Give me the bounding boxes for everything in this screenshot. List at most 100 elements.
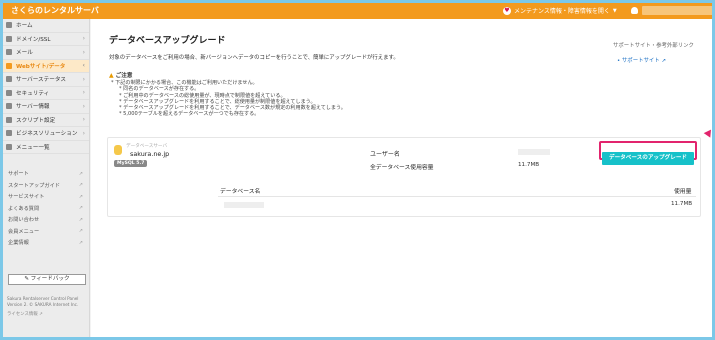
sidebar-item-home[interactable]: ホーム bbox=[3, 19, 89, 33]
sidebar-link-label: スタートアップガイド bbox=[8, 182, 60, 189]
main-content: データベースアップグレード 対象のデータベースをご利用の場合、新バージョンへデー… bbox=[91, 19, 712, 337]
external-link-icon: ↗ bbox=[661, 58, 666, 64]
sidebar-item-label: セキュリティ bbox=[16, 90, 50, 97]
home-icon bbox=[6, 22, 12, 29]
total-usage-label: 全データベース使用容量 bbox=[370, 165, 434, 171]
table-divider bbox=[218, 196, 696, 197]
mail-icon bbox=[6, 49, 12, 56]
license-link-label: ライセンス情報 bbox=[7, 312, 38, 317]
support-site-link[interactable]: • サポートサイト ↗ bbox=[617, 56, 666, 64]
database-icon bbox=[114, 145, 122, 155]
user-menu[interactable] bbox=[631, 6, 712, 15]
sidebar-item-business[interactable]: ビジネスソリューション › bbox=[3, 127, 89, 141]
chevron-icon: › bbox=[82, 75, 85, 83]
external-link-icon: ↗ bbox=[78, 193, 83, 200]
server-label: データベースサーバ bbox=[126, 144, 168, 149]
upgrade-highlight: データベースのアップグレード bbox=[599, 141, 697, 165]
external-link-icon: ↗ bbox=[78, 216, 83, 223]
sidebar-link[interactable]: お問い合わせ ↗ bbox=[3, 214, 89, 226]
license-link[interactable]: ライセンス情報 ↗ bbox=[7, 311, 43, 317]
sidebar-link[interactable]: サービスサイト ↗ bbox=[3, 191, 89, 203]
maintenance-label: メンテナンス情報・障害情報を開く bbox=[514, 8, 610, 15]
sidebar-link[interactable]: スタートアップガイド ↗ bbox=[3, 180, 89, 192]
account-name-masked bbox=[642, 6, 712, 15]
sidebar-link-label: お問い合わせ bbox=[8, 217, 40, 224]
external-link-icon: ↗ bbox=[78, 182, 83, 189]
footer-copyright: Sakura Rentalserver Control Panel Versio… bbox=[7, 296, 78, 308]
external-link-icon: ↗ bbox=[78, 170, 83, 177]
sidebar-link-label: サポート bbox=[8, 171, 29, 178]
lock-icon bbox=[6, 89, 12, 96]
web-icon bbox=[6, 62, 12, 69]
sidebar-link-label: 会員メニュー bbox=[8, 228, 40, 235]
sidebar: ホーム ドメイン/SSL › メール › Webサイト/データ ‹ サーバーステータス › セキュ… bbox=[3, 19, 90, 337]
sidebar-item-label: サーバーステータス bbox=[16, 77, 67, 84]
sidebar-links: サポート ↗ スタートアップガイド ↗ サービスサイト ↗ よくある質問 ↗ お問い合わせ ↗ 会員… bbox=[3, 168, 89, 249]
business-icon bbox=[6, 130, 12, 137]
script-icon bbox=[6, 116, 12, 123]
sidebar-item-info[interactable]: サーバー情報 › bbox=[3, 100, 89, 114]
server-name: sakura.ne.jp bbox=[130, 150, 170, 158]
chevron-icon: › bbox=[82, 48, 85, 56]
chevron-icon: › bbox=[82, 89, 85, 97]
sidebar-item-label: スクリプト設定 bbox=[16, 117, 56, 124]
upgrade-database-button[interactable]: データベースのアップグレード bbox=[602, 152, 694, 165]
sidebar-item-menu[interactable]: メニュー一覧 bbox=[3, 141, 89, 154]
sidebar-item-label: サーバー情報 bbox=[16, 104, 50, 111]
notice-list: 下記の制限にかかる場合、この機能はご利用いただけません。同名のデータベースが存在… bbox=[111, 80, 346, 118]
app-window: さくらのレンタルサーバ ♥ メンテナンス情報・障害情報を開く ▼ ホームドメイン… bbox=[3, 3, 712, 337]
sidebar-item-lock[interactable]: セキュリティ › bbox=[3, 87, 89, 100]
external-link-icon: ↗ bbox=[78, 239, 83, 246]
sidebar-link-label: 企業情報 bbox=[8, 240, 29, 247]
sidebar-item-web[interactable]: Webサイト/データ ‹ bbox=[3, 59, 89, 73]
sidebar-item-label: ドメイン/SSL bbox=[16, 36, 51, 43]
table-row-usage: 11.7MB bbox=[671, 201, 693, 207]
mysql-version-badge: MySQL 5.7 bbox=[114, 160, 148, 167]
database-card: データベースサーバ sakura.ne.jp MySQL 5.7 ユーザー名 全… bbox=[107, 127, 712, 217]
heart-icon: ♥ bbox=[503, 6, 511, 15]
sidebar-item-script[interactable]: スクリプト設定 › bbox=[3, 114, 89, 127]
sidebar-link[interactable]: 会員メニュー ↗ bbox=[3, 226, 89, 238]
footer-line: Version 2. © SAKURA Internet Inc. bbox=[7, 302, 79, 307]
globe-icon bbox=[6, 35, 12, 42]
sidebar-link[interactable]: よくある質問 ↗ bbox=[3, 203, 89, 215]
username-value-masked bbox=[518, 149, 550, 155]
sidebar-link[interactable]: サポート ↗ bbox=[3, 168, 89, 180]
sidebar-link[interactable]: 企業情報 ↗ bbox=[3, 237, 89, 249]
sidebar-item-status[interactable]: サーバーステータス › bbox=[3, 73, 89, 87]
sidebar-item-mail[interactable]: メール › bbox=[3, 46, 89, 60]
table-row-dbname-masked bbox=[224, 202, 264, 208]
chevron-icon: › bbox=[82, 129, 85, 137]
notice-title: ご注意 bbox=[115, 73, 133, 79]
page-description: 対象のデータベースをご利用の場合、新バージョンへデータのコピーを行うことで、簡単… bbox=[109, 55, 399, 61]
column-header-dbname: データベース名 bbox=[220, 189, 261, 195]
notice-heading: ▲ ご注意 bbox=[109, 71, 133, 80]
username-label: ユーザー名 bbox=[370, 151, 400, 158]
sidebar-item-label: メニュー一覧 bbox=[16, 144, 50, 151]
chevron-down-icon: ▼ bbox=[612, 7, 617, 14]
link-bullet-icon: • bbox=[617, 58, 621, 64]
support-site-label: サポートサイト bbox=[621, 58, 660, 64]
top-bar: さくらのレンタルサーバ ♥ メンテナンス情報・障害情報を開く ▼ bbox=[3, 3, 712, 19]
related-links-title: サポートサイト・参考外部リンク bbox=[613, 43, 694, 49]
maintenance-link[interactable]: ♥ メンテナンス情報・障害情報を開く ▼ bbox=[503, 6, 617, 15]
sidebar-link-label: よくある質問 bbox=[8, 205, 40, 212]
sidebar-item-label: ホーム bbox=[16, 23, 33, 30]
feedback-button[interactable]: ✎ フィードバック bbox=[8, 274, 86, 285]
sidebar-item-globe[interactable]: ドメイン/SSL › bbox=[3, 33, 89, 46]
user-icon bbox=[631, 7, 638, 14]
notice-item: 5,000テーブルを超えるデータベースが一つでも存在する。 bbox=[111, 111, 346, 117]
chevron-icon: › bbox=[82, 35, 85, 43]
page-title: データベースアップグレード bbox=[109, 36, 226, 46]
info-icon bbox=[6, 103, 12, 110]
sidebar-item-label: ビジネスソリューション bbox=[16, 131, 78, 138]
external-link-icon: ↗ bbox=[78, 205, 83, 212]
total-usage-value: 11.7MB bbox=[518, 162, 540, 168]
external-link-icon: ↗ bbox=[78, 228, 83, 235]
status-icon bbox=[6, 76, 12, 83]
sidebar-item-label: メール bbox=[16, 50, 33, 57]
chevron-icon: › bbox=[82, 102, 85, 110]
sidebar-link-label: サービスサイト bbox=[8, 194, 45, 201]
brand-logo[interactable]: さくらのレンタルサーバ bbox=[11, 5, 99, 16]
column-header-usage: 使用量 bbox=[674, 189, 692, 195]
